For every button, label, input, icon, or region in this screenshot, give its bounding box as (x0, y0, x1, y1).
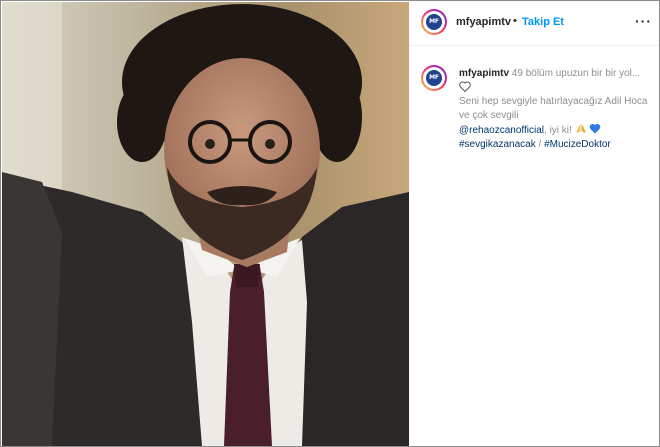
white-heart-emoji-icon (459, 81, 471, 92)
caption-text: mfyapimtv 49 bölüm upuzun bir bir yol...… (459, 67, 649, 152)
more-horizontal-icon[interactable]: ··· (635, 13, 652, 29)
caption-username[interactable]: mfyapimtv (459, 68, 509, 79)
caption-line-1: 49 bölüm upuzun bir bir yol... (511, 68, 641, 79)
praying-hands-emoji-icon (576, 124, 586, 133)
hashtag-separator: / (535, 139, 545, 150)
separator-dot: • (513, 15, 517, 27)
mention-link[interactable]: @rehaozcanofficial (459, 125, 544, 136)
brand-logo: MF (426, 70, 442, 86)
hashtag-link-2[interactable]: #MucizeDoktor (544, 139, 611, 150)
post-header: MF mfyapimtv • Takip Et ··· (409, 1, 659, 46)
caption-line-2: Seni hep sevgiyle hatırlayacağız Adil Ho… (459, 96, 648, 121)
portrait-image (2, 2, 409, 446)
blue-heart-emoji-icon (590, 123, 601, 134)
post-photo[interactable] (2, 2, 409, 446)
caption-after-mention: , iyi ki! (544, 125, 572, 136)
post-sidebar: MF mfyapimtv • Takip Et ··· MF mfyapimtv… (409, 1, 659, 446)
hashtag-link-1[interactable]: #sevgikazanacak (459, 139, 536, 150)
profile-avatar[interactable]: MF (421, 9, 447, 35)
username-link[interactable]: mfyapimtv (456, 16, 511, 28)
instagram-post: MF mfyapimtv • Takip Et ··· MF mfyapimtv… (0, 0, 660, 447)
follow-button[interactable]: Takip Et (522, 16, 564, 28)
caption-avatar[interactable]: MF (421, 65, 447, 91)
brand-logo: MF (426, 14, 442, 30)
